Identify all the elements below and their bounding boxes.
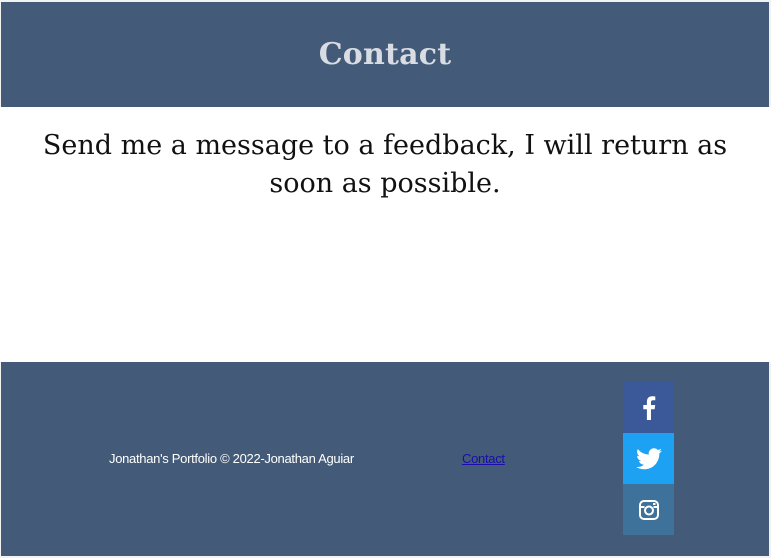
contact-link[interactable]: Contact bbox=[462, 451, 505, 466]
instagram-button[interactable] bbox=[623, 484, 674, 535]
page-footer: Jonathan's Portfolio © 2022-Jonathan Agu… bbox=[1, 362, 769, 556]
copyright-text: Jonathan's Portfolio © 2022-Jonathan Agu… bbox=[109, 451, 354, 466]
twitter-button[interactable] bbox=[623, 433, 674, 484]
contact-message: Send me a message to a feedback, I will … bbox=[42, 130, 728, 199]
facebook-icon bbox=[642, 395, 656, 420]
main-content: Send me a message to a feedback, I will … bbox=[0, 107, 771, 362]
instagram-icon bbox=[638, 499, 659, 520]
page-title: Contact bbox=[318, 37, 452, 72]
facebook-button[interactable] bbox=[623, 382, 674, 433]
page-header: Contact bbox=[1, 2, 769, 107]
social-links bbox=[623, 382, 674, 536]
twitter-icon bbox=[635, 447, 662, 470]
